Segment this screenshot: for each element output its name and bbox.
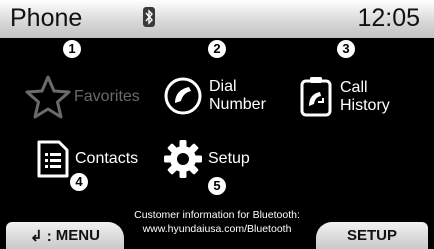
badge-2: 2 [208,40,226,58]
badge-4: 4 [70,173,88,191]
setup-button[interactable]: SETUP [316,222,428,249]
menu-button-prefix: ↲ : [30,227,52,245]
badge-5: 5 [208,177,226,195]
bluetooth-icon [143,7,155,27]
badge-1: 1 [63,40,81,58]
dial-number-item[interactable]: Dial Number [163,76,266,116]
call-history-item[interactable]: Call History [299,76,390,118]
dial-number-label-line1: Dial [209,78,237,95]
favorites-item[interactable]: Favorites [22,74,140,120]
menu-button-label: MENU [55,227,100,244]
call-history-icon [300,77,332,117]
phone-screen: Phone 12:05 Favorites 1 Dial Number 2 Ca… [0,0,434,249]
clock: 12:05 [357,4,420,32]
title-bar: Phone 12:05 [0,0,434,38]
favorites-label: Favorites [74,88,140,105]
page-title: Phone [10,4,83,32]
contacts-list-icon [37,140,69,178]
badge-3: 3 [337,40,355,58]
call-history-label-line2: History [340,97,390,114]
contacts-item[interactable]: Contacts [36,139,138,179]
menu-button[interactable]: ↲ : MENU [6,222,124,249]
setup-button-label: SETUP [346,227,397,244]
dial-number-label-line2: Number [209,96,266,113]
gear-icon [164,140,202,178]
bluetooth-info-line1: Customer information for Bluetooth: [134,209,300,221]
setup-label: Setup [208,150,250,167]
call-history-label-line1: Call [340,79,368,96]
phone-handset-icon [164,77,202,115]
setup-item[interactable]: Setup [161,139,250,179]
star-icon [25,75,71,119]
contacts-label: Contacts [75,150,139,167]
